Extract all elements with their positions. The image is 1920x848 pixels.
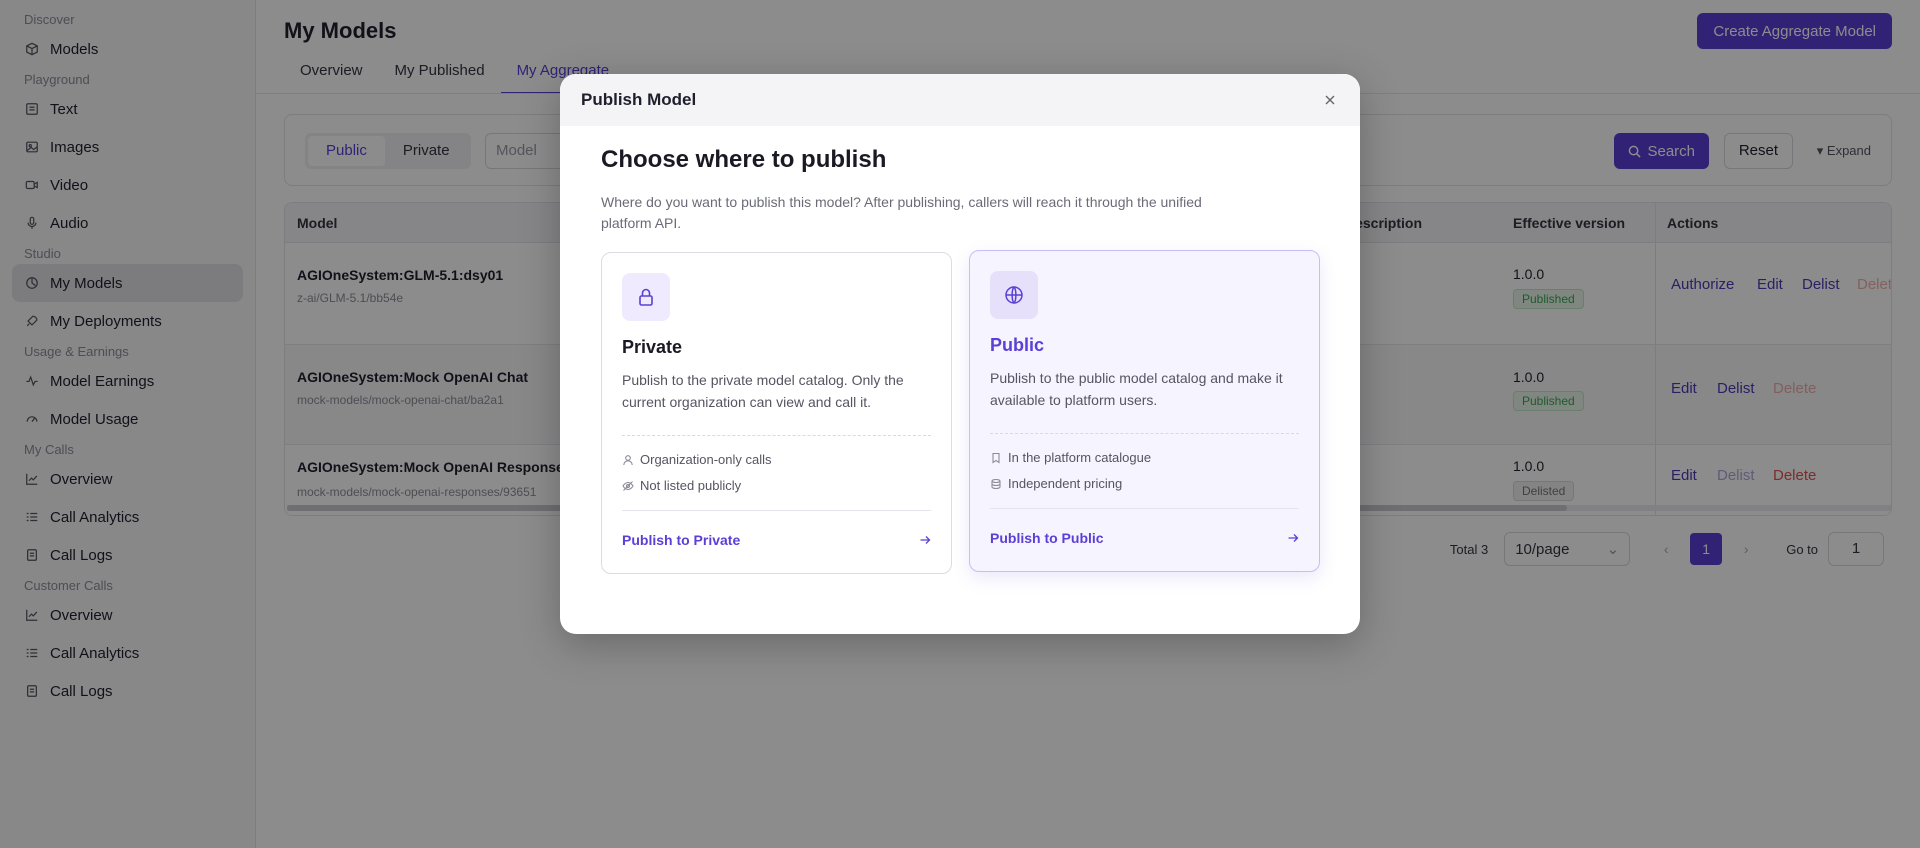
option-feature-label: Independent pricing — [1008, 476, 1123, 491]
option-description: Publish to the public model catalog and … — [990, 370, 1283, 408]
arrow-right-icon — [1288, 534, 1299, 542]
close-icon[interactable] — [1320, 90, 1340, 110]
option-title: Private — [622, 337, 683, 357]
publish-option-public[interactable]: Public Publish to the public model catal… — [969, 250, 1320, 572]
eye-off-icon — [622, 480, 634, 491]
option-divider — [622, 510, 931, 511]
globe-icon — [990, 271, 1038, 319]
cta-label: Publish to Private — [622, 532, 741, 548]
dialog-title: Publish Model — [581, 90, 697, 109]
option-divider — [622, 435, 931, 436]
option-feature-label: In the platform catalogue — [1008, 450, 1152, 465]
dialog-description: Where do you want to publish this model?… — [601, 194, 1202, 231]
publish-option-private[interactable]: Private Publish to the private model cat… — [601, 252, 952, 574]
option-feature-label: Not listed publicly — [640, 478, 742, 493]
lock-icon — [622, 273, 670, 321]
publish-to-public-button[interactable]: Publish to Public — [990, 530, 1299, 546]
option-divider — [990, 433, 1299, 434]
option-feature: Not listed publicly — [622, 478, 741, 493]
option-divider — [990, 508, 1299, 509]
publish-to-private-button[interactable]: Publish to Private — [622, 532, 931, 548]
option-description: Publish to the private model catalog. On… — [622, 372, 904, 410]
publish-model-dialog: Publish Model Choose where to publish Wh… — [560, 74, 1360, 634]
option-feature: Organization-only calls — [622, 452, 772, 467]
dialog-heading: Choose where to publish — [601, 146, 887, 173]
bookmark-icon — [992, 452, 1000, 464]
option-feature-label: Organization-only calls — [640, 452, 772, 467]
coins-icon — [991, 478, 1001, 489]
cta-label: Publish to Public — [990, 530, 1104, 546]
option-title: Public — [990, 335, 1045, 355]
user-icon — [623, 454, 633, 465]
option-feature: In the platform catalogue — [990, 450, 1151, 465]
option-feature: Independent pricing — [990, 476, 1122, 491]
arrow-right-icon — [920, 536, 931, 544]
dialog-header: Publish Model — [560, 74, 1360, 126]
